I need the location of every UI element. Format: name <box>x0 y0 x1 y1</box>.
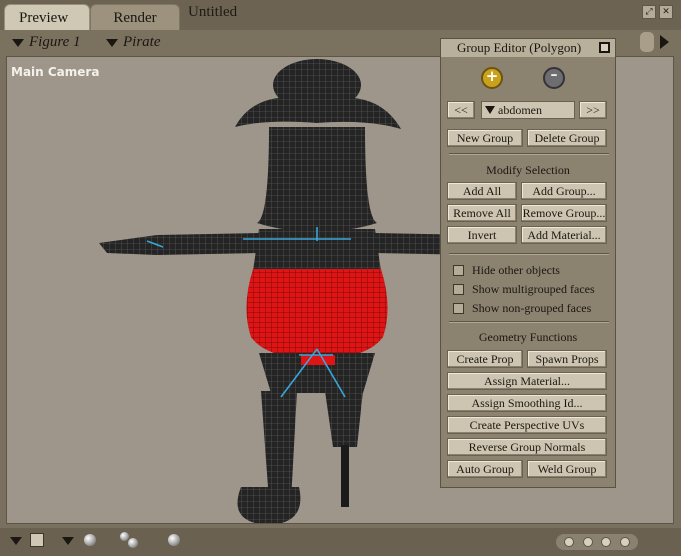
document-title: Untitled <box>188 4 238 20</box>
dot-icon[interactable] <box>582 537 593 547</box>
hide-other-objects-checkbox[interactable] <box>453 264 464 276</box>
chevron-down-icon[interactable] <box>62 537 74 545</box>
left-boot <box>237 487 301 523</box>
tab-preview[interactable]: Preview <box>4 4 90 30</box>
remove-all-button[interactable]: Remove All <box>447 204 517 222</box>
weld-group-button[interactable]: Weld Group <box>527 460 607 478</box>
left-arm <box>99 233 259 255</box>
maximize-icon[interactable]: ⤢ <box>642 5 656 19</box>
tab-strip: Preview Render Untitled ⤢ ✕ <box>0 0 681 30</box>
group-dropdown[interactable]: abdomen <box>481 101 575 119</box>
tab-render[interactable]: Render <box>90 4 180 30</box>
current-group-name: abdomen <box>498 103 542 117</box>
show-non-grouped-label: Show non-grouped faces <box>472 300 592 315</box>
head-hair <box>257 127 377 231</box>
peg-leg <box>341 445 349 507</box>
auto-group-button[interactable]: Auto Group <box>447 460 523 478</box>
chevron-down-icon <box>12 38 24 47</box>
abdomen-selected <box>246 269 388 359</box>
hide-other-objects-label: Hide other objects <box>472 262 560 277</box>
close-icon[interactable]: ✕ <box>659 5 673 19</box>
camera-label[interactable]: Main Camera <box>11 65 99 79</box>
modify-selection-label: Modify Selection <box>486 163 570 177</box>
add-polygons-icon[interactable] <box>481 67 503 89</box>
window-controls: ⤢ ✕ <box>642 5 673 19</box>
background-color-swatch[interactable] <box>30 533 44 547</box>
hand-icon[interactable] <box>640 32 654 52</box>
divider <box>449 153 609 155</box>
show-multigrouped-checkbox[interactable] <box>453 283 464 295</box>
invert-button[interactable]: Invert <box>447 226 517 244</box>
chevron-right-icon[interactable] <box>660 35 669 49</box>
show-non-grouped-checkbox[interactable] <box>453 302 464 314</box>
add-group-button[interactable]: Add Group... <box>521 182 607 200</box>
show-multigrouped-option[interactable]: Show multigrouped faces <box>453 281 595 297</box>
bottom-toolbar <box>0 528 681 556</box>
remove-group-button[interactable]: Remove Group... <box>521 204 607 222</box>
new-group-button[interactable]: New Group <box>447 129 523 147</box>
left-leg <box>261 391 297 501</box>
geometry-functions-label: Geometry Functions <box>478 330 578 344</box>
show-multigrouped-label: Show multigrouped faces <box>472 281 595 296</box>
dot-icon[interactable] <box>601 537 612 547</box>
actor-dropdown[interactable]: Pirate <box>106 34 161 51</box>
poser-window: Preview Render Untitled ⤢ ✕ Figure 1 Pir… <box>0 0 681 556</box>
group-editor-panel: Group Editor (Polygon) << abdomen >> New… <box>440 38 616 488</box>
dot-icon[interactable] <box>564 537 575 547</box>
hat-brim <box>235 97 401 129</box>
chevron-down-icon <box>106 38 118 47</box>
chevron-down-icon <box>485 106 495 114</box>
group-editor-title[interactable]: Group Editor (Polygon) <box>441 39 615 57</box>
remove-polygons-icon[interactable] <box>543 67 565 89</box>
assign-smoothing-id-button[interactable]: Assign Smoothing Id... <box>447 394 607 412</box>
add-all-button[interactable]: Add All <box>447 182 517 200</box>
create-perspective-uvs-button[interactable]: Create Perspective UVs <box>447 416 607 434</box>
show-non-grouped-option[interactable]: Show non-grouped faces <box>453 300 591 316</box>
light-ball-icon[interactable] <box>168 534 180 546</box>
figure-dropdown[interactable]: Figure 1 <box>12 34 81 51</box>
next-group-button[interactable]: >> <box>579 101 607 119</box>
actor-name: Pirate <box>123 34 161 50</box>
reverse-group-normals-button[interactable]: Reverse Group Normals <box>447 438 607 456</box>
figure-name: Figure 1 <box>29 34 81 50</box>
previous-group-button[interactable]: << <box>447 101 475 119</box>
assign-material-button[interactable]: Assign Material... <box>447 372 607 390</box>
spawn-props-button[interactable]: Spawn Props <box>527 350 607 368</box>
divider <box>449 253 609 255</box>
dot-icon[interactable] <box>619 537 630 547</box>
multi-sphere-icon[interactable] <box>128 538 138 548</box>
chevron-down-icon[interactable] <box>10 537 22 545</box>
divider <box>449 321 609 323</box>
create-prop-button[interactable]: Create Prop <box>447 350 523 368</box>
display-style-dots <box>556 534 638 550</box>
close-icon[interactable] <box>599 42 610 53</box>
hide-other-objects-option[interactable]: Hide other objects <box>453 262 560 278</box>
viewport-tool-icons <box>640 32 669 52</box>
add-material-button[interactable]: Add Material... <box>521 226 607 244</box>
right-leg <box>325 391 363 447</box>
sphere-icon[interactable] <box>84 534 96 546</box>
delete-group-button[interactable]: Delete Group <box>527 129 607 147</box>
